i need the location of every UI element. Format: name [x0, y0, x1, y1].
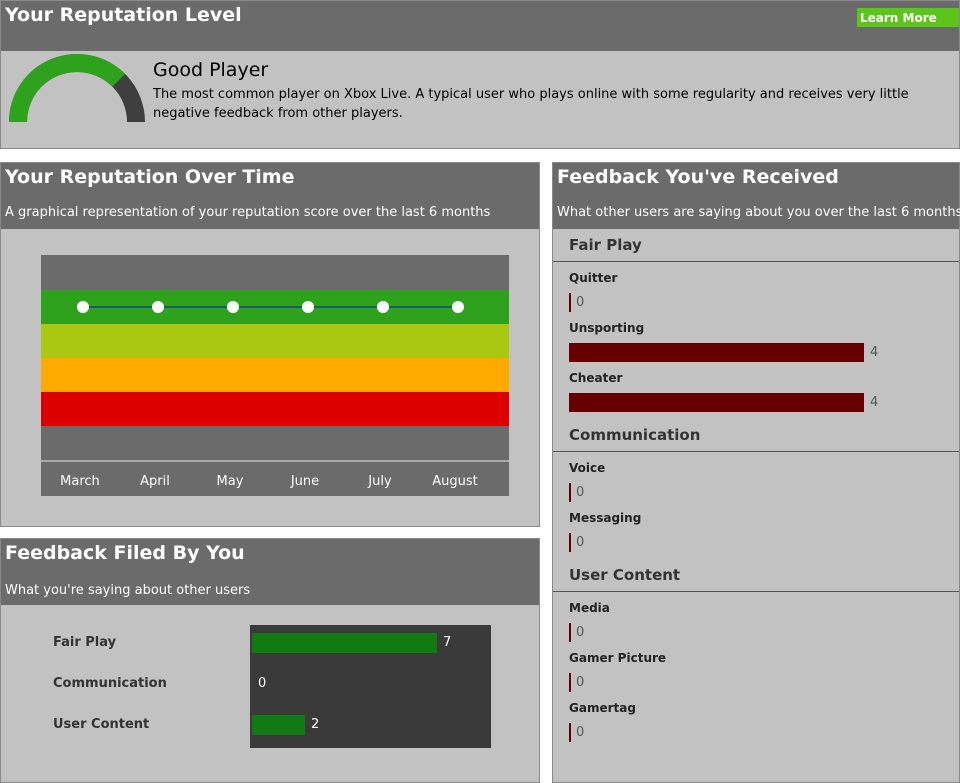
feedback-item-value: 0 [576, 485, 585, 500]
reputation-level-panel: Your Reputation Level Learn More Good Pl… [0, 0, 960, 149]
feedback-item-bar [569, 533, 571, 552]
band-orange [41, 358, 509, 392]
data-point [302, 301, 314, 313]
feedback-item-label: Cheater [569, 371, 623, 385]
filed-bar [252, 633, 437, 653]
category-divider [553, 261, 959, 262]
feedback-item-value: 0 [576, 295, 585, 310]
filed-value: 7 [443, 635, 452, 650]
x-tick-label: May [217, 474, 244, 489]
feedback-item-value: 0 [576, 675, 585, 690]
feedback-item-bar [569, 623, 571, 642]
x-tick-label: August [432, 474, 478, 489]
feedback-item-label: Voice [569, 461, 606, 475]
feedback-filed-title: Feedback Filed By You [5, 542, 245, 564]
feedback-item-value: 4 [870, 395, 879, 410]
reputation-chart: March April May June July August [41, 255, 509, 496]
feedback-item-label: Gamer Picture [569, 651, 667, 665]
data-point [377, 301, 389, 313]
reputation-name: Good Player [153, 59, 269, 81]
feedback-item-label: Quitter [569, 271, 618, 285]
feedback-item-bar [569, 723, 571, 742]
feedback-item-bar [569, 343, 864, 362]
feedback-item-value: 0 [576, 725, 585, 740]
filed-label: Communication [53, 676, 167, 691]
feedback-item-bar [569, 393, 864, 412]
feedback-filed-panel: Feedback Filed By You What you're saying… [0, 538, 540, 783]
feedback-item-label: Unsporting [569, 321, 645, 335]
band-top [41, 255, 509, 290]
feedback-received-title: Feedback You've Received [557, 166, 839, 188]
feedback-item-label: Gamertag [569, 701, 636, 715]
band-bottom [41, 426, 509, 460]
feedback-received-subtitle: What other users are saying about you ov… [557, 205, 960, 220]
feedback-item-value: 0 [576, 625, 585, 640]
feedback-received-panel: Feedback You've Received What other user… [552, 162, 960, 783]
band-red [41, 392, 509, 426]
category-divider [553, 591, 959, 592]
reputation-level-title: Your Reputation Level [5, 4, 242, 26]
reputation-over-time-subtitle: A graphical representation of your reput… [5, 205, 491, 220]
feedback-received-header: Feedback You've Received What other user… [553, 163, 960, 229]
x-tick-label: July [367, 474, 392, 489]
reputation-description: The most common player on Xbox Live. A t… [153, 87, 909, 121]
category-title: Communication [569, 426, 701, 444]
data-point [227, 301, 239, 313]
x-tick-label: April [140, 474, 170, 489]
data-point [452, 301, 464, 313]
category-title: User Content [569, 566, 681, 584]
data-point [152, 301, 164, 313]
feedback-item-bar [569, 483, 571, 502]
filed-value: 0 [258, 676, 267, 691]
feedback-filed-header: Feedback Filed By You What you're saying… [1, 539, 539, 605]
filed-bar [252, 715, 305, 735]
category-divider [553, 451, 959, 452]
x-tick-label: March [60, 474, 100, 489]
feedback-item-bar [569, 293, 571, 312]
feedback-item-value: 4 [870, 345, 879, 360]
axis-line [41, 460, 509, 462]
category-title: Fair Play [569, 236, 642, 254]
x-tick-label: June [290, 474, 319, 489]
reputation-level-header: Your Reputation Level Learn More [1, 1, 959, 51]
data-point [77, 301, 89, 313]
reputation-over-time-header: Your Reputation Over Time A graphical re… [1, 163, 539, 229]
reputation-over-time-title: Your Reputation Over Time [5, 166, 295, 188]
filed-label: Fair Play [53, 635, 117, 650]
reputation-gauge [9, 54, 145, 123]
band-lime [41, 324, 509, 358]
feedback-item-value: 0 [576, 535, 585, 550]
filed-label: User Content [53, 717, 150, 732]
reputation-over-time-panel: Your Reputation Over Time A graphical re… [0, 162, 540, 527]
feedback-item-label: Media [569, 601, 610, 615]
gauge-fill [9, 54, 126, 123]
filed-value: 2 [311, 717, 320, 732]
feedback-filed-subtitle: What you're saying about other users [5, 583, 251, 598]
feedback-filed-chart: 7 0 2 [250, 625, 491, 748]
feedback-item-label: Messaging [569, 511, 642, 525]
learn-more-button[interactable]: Learn More [857, 8, 959, 27]
feedback-item-bar [569, 673, 571, 692]
